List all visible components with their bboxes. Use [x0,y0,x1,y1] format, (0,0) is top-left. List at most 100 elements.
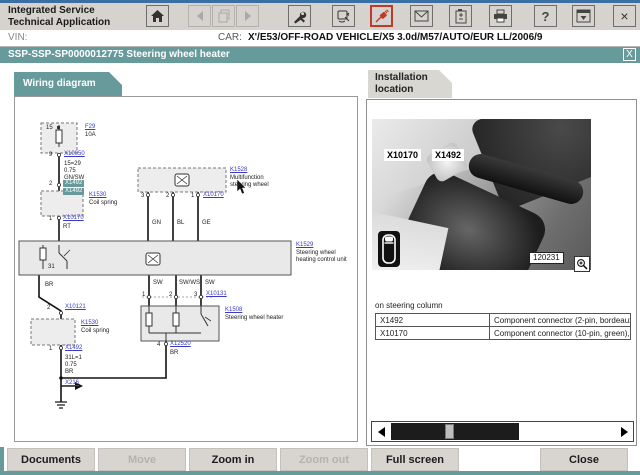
tools-button[interactable] [288,5,311,27]
diagram-component-label: Steering wheel heating control unit [296,250,354,264]
home-button[interactable] [146,5,169,27]
scrollbar-left-arrow[interactable] [372,422,390,441]
diagram-link-connector[interactable]: X10170 [203,192,224,199]
vin-label: VIN: [8,32,27,43]
close-app-button[interactable]: × [613,5,636,27]
diagram-pin-label: 1 [49,346,52,353]
tab-wiring-diagram-label: Wiring diagram [23,78,96,89]
installation-caption: on steering column [375,301,443,310]
diagram-link-connector[interactable]: X12520 [170,341,191,348]
diagram-pin-label: 9 [49,152,52,159]
diagram-link-component[interactable]: K1530 [81,320,98,327]
diagram-wire-label: GE [202,220,211,227]
table-row[interactable]: X10170 Component connector (10-pin, gree… [376,327,631,340]
installation-location-panel: X10170 X1492 120231 on steering column X… [366,99,637,446]
vehicle-connection-button[interactable] [370,5,393,27]
diagram-link-component[interactable]: K1528 [230,167,247,174]
history-button[interactable] [212,5,235,27]
document-close-button[interactable]: X [623,48,636,61]
photo-image-number: 120231 [529,252,564,264]
magnifier-icon [576,258,588,270]
diagram-pin-label: 3 [194,292,197,299]
forward-button[interactable] [236,5,259,27]
diagram-wire-label: SW [205,280,215,287]
diagram-link-component[interactable]: K1530 [89,192,106,199]
main-toolbar: Integrated Service Technical Application… [0,3,640,31]
diagram-wire-label: SW [153,280,163,287]
scrollbar-track-fill [391,423,519,440]
scrollbar-thumb[interactable] [445,424,454,439]
zoom-out-button[interactable]: Zoom out [280,448,368,471]
diagram-highlighted-connector[interactable]: X1492 [63,180,84,187]
messages-button[interactable] [410,5,433,27]
diagram-highlighted-connector[interactable]: X1492 [63,188,84,195]
car-position-indicator [378,231,400,267]
diagram-wire-label: GN [152,220,161,227]
diagram-wire-label: RT [63,224,71,231]
operating-mode-icon [336,9,351,24]
connector-name-cell: X1492 [376,314,490,327]
battery-button[interactable] [449,5,472,27]
diagram-pin-label: 2 [47,305,50,312]
photo-zoom-button[interactable] [574,256,590,272]
window-minimize-icon [576,9,591,23]
zoom-in-button[interactable]: Zoom in [189,448,277,471]
diagram-component-label: Coil spring [81,328,109,335]
close-button[interactable]: Close [540,448,628,471]
diagram-link-fuse[interactable]: F29 [85,124,95,131]
left-arrow-icon [378,427,385,437]
diagram-link-connector[interactable]: X1492 [65,345,82,352]
printer-icon [493,9,508,23]
back-button[interactable] [188,5,211,27]
horizontal-scrollbar[interactable] [371,421,634,442]
photo-connector-label: X10170 [384,149,421,161]
diagram-link-component[interactable]: K1529 [296,242,313,249]
diagram-link-splice[interactable]: X216 [65,380,79,387]
wiring-diagram-svg [15,97,357,441]
diagram-component-label: Steering wheel heater [225,315,287,322]
app-title: Integrated Service Technical Application [8,5,110,29]
app-title-line2: Technical Application [8,17,110,29]
move-button[interactable]: Move [98,448,186,471]
connection-plug-icon [374,9,389,24]
car-value: X'/E53/OFF-ROAD VEHICLE/X5 3.0d/M57/AUTO… [248,32,543,43]
diagram-wire-label: 0.75 [64,168,76,175]
forward-icon [242,10,254,22]
close-icon: × [620,9,628,23]
app-title-line1: Integrated Service [8,5,110,17]
battery-icon [455,8,467,24]
tab-installation-location[interactable]: Installation location [368,70,452,98]
diagram-pin-label: 3 [141,193,144,200]
help-icon: ? [542,9,550,24]
diagram-wire-label: SW/WS [179,280,200,287]
diagram-pin-label: 1 [191,193,194,200]
diagram-pin-label: 4 [157,342,160,349]
diagram-link-connector[interactable]: X10121 [65,304,86,311]
print-button[interactable] [489,5,512,27]
diagram-component-label: Coil spring [89,200,117,207]
scrollbar-right-arrow[interactable] [615,422,633,441]
help-button[interactable]: ? [534,5,557,27]
diagram-link-connector[interactable]: X10050 [64,151,85,158]
pages-icon [217,9,231,23]
diagram-pin-label: 2 [166,193,169,200]
diagram-pin-label: 1 [142,292,145,299]
tab-wiring-diagram[interactable]: Wiring diagram [14,72,122,97]
diagram-link-connector[interactable]: X10170 [63,215,84,222]
diagram-link-component[interactable]: K1508 [225,307,242,314]
wrench-icon [292,9,307,24]
diagram-component-label: Multifunction steering wheel [230,175,282,189]
home-icon [150,9,165,23]
operating-mode-button[interactable] [332,5,355,27]
connector-table: X1492 Component connector (2-pin, bordea… [375,313,631,340]
table-row[interactable]: X1492 Component connector (2-pin, bordea… [376,314,631,327]
tab-installation-label1: Installation [375,72,452,84]
diagram-wire-label: BL [177,220,184,227]
documents-button[interactable]: Documents [7,448,95,471]
tab-installation-label2: location [375,84,452,96]
diagram-link-connector[interactable]: X10131 [206,291,227,298]
window-button[interactable] [572,5,595,27]
connector-name-cell: X10170 [376,327,490,340]
vehicle-info-bar: VIN: CAR: X'/E53/OFF-ROAD VEHICLE/X5 3.0… [0,30,640,47]
full-screen-button[interactable]: Full screen [371,448,459,471]
